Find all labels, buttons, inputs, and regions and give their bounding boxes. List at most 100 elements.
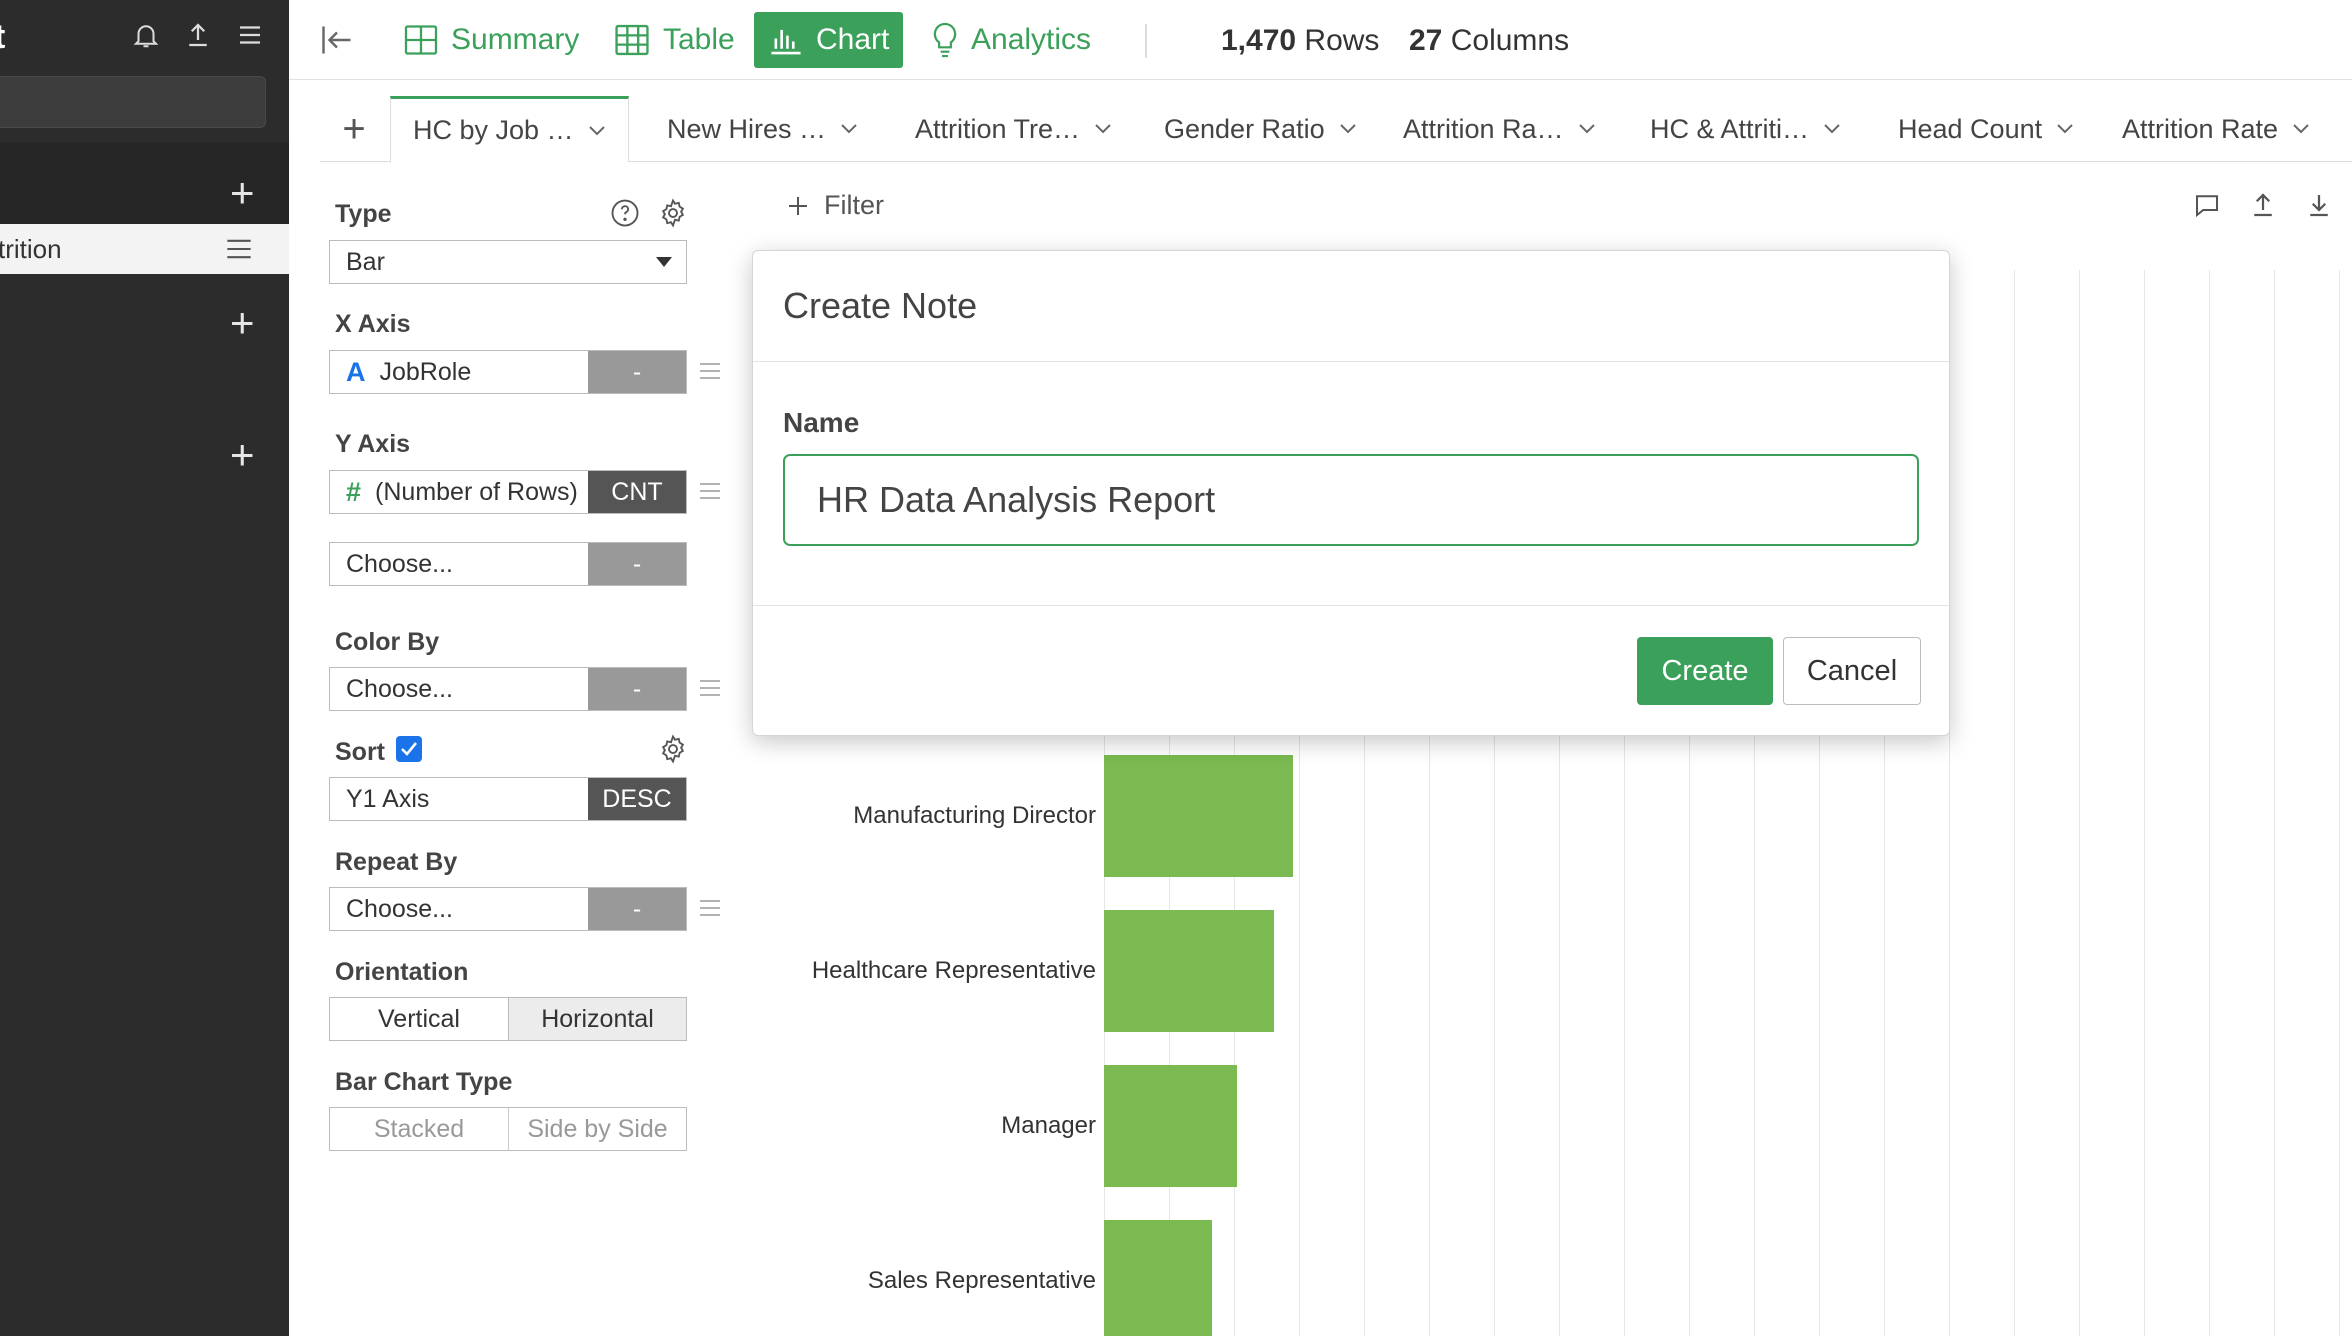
divider [753, 361, 1949, 362]
columns-count: 27 Columns [1409, 24, 1570, 57]
sort-order[interactable]: DESC [588, 778, 686, 820]
toolbar-divider [1145, 24, 1147, 58]
grid-line [2209, 270, 2210, 1336]
download-icon[interactable] [2304, 190, 2334, 220]
tab-analytics[interactable]: Analytics [917, 12, 1105, 68]
chart-bar[interactable] [1104, 755, 1293, 877]
chart-tab[interactable]: Attrition Ra… [1381, 96, 1618, 162]
cancel-button[interactable]: Cancel [1783, 637, 1921, 705]
share-icon[interactable] [2248, 190, 2278, 220]
chart-tab[interactable]: Attrition Rate [2100, 96, 2332, 162]
checkmark-icon [401, 742, 418, 756]
orientation-horizontal-button[interactable]: Horizontal [508, 998, 686, 1040]
tab-analytics-label: Analytics [971, 23, 1092, 56]
stacked-button[interactable]: Stacked [330, 1108, 508, 1150]
tab-summary[interactable]: Summary [389, 12, 593, 68]
sort-label: Sort [335, 738, 385, 766]
sort-field[interactable]: Y1 Axis DESC [329, 777, 687, 821]
tab-chart-label: Chart [816, 23, 890, 56]
chart-tab[interactable]: HC & Attriti… [1628, 96, 1863, 162]
chart-tab[interactable]: Attrition Tre… [893, 96, 1134, 162]
drag-handle-icon[interactable] [698, 360, 722, 382]
name-label: Name [783, 407, 860, 438]
grid-line [2274, 270, 2275, 1336]
sidebar-item-selected[interactable]: trition [0, 224, 289, 274]
create-button[interactable]: Create [1637, 637, 1773, 705]
add-icon[interactable]: + [230, 302, 255, 344]
gear-icon[interactable] [658, 198, 688, 228]
y-axis-2-aggregation[interactable]: - [588, 543, 686, 585]
comment-icon[interactable] [2192, 190, 2222, 220]
summary-icon [404, 25, 438, 55]
sidebar: t + trition + + [0, 0, 289, 1336]
color-by-label: Color By [335, 628, 440, 656]
collapse-sidebar-icon[interactable] [319, 22, 355, 58]
repeat-by-field[interactable]: Choose... - [329, 887, 687, 931]
x-axis-field[interactable]: A JobRole - [329, 350, 687, 394]
orientation-label: Orientation [335, 958, 469, 986]
bell-icon[interactable] [131, 20, 161, 50]
upload-icon[interactable] [183, 20, 213, 50]
sidebar-search-input[interactable] [0, 76, 266, 128]
tab-table[interactable]: Table [599, 12, 749, 68]
chevron-down-icon [1824, 124, 1840, 134]
drag-handle-icon[interactable] [698, 677, 722, 699]
category-label: Manager [1001, 1112, 1096, 1139]
grid-line [2339, 270, 2340, 1336]
y-axis-field[interactable]: # (Number of Rows) CNT [329, 470, 687, 514]
y-axis-aggregation[interactable]: CNT [588, 471, 686, 513]
y-axis-2-field[interactable]: Choose... - [329, 542, 687, 586]
chevron-down-icon [1095, 124, 1111, 134]
orientation-vertical-button[interactable]: Vertical [330, 998, 508, 1040]
drag-handle-icon[interactable] [698, 480, 722, 502]
chart-tabs: + HC by Job … New Hires … Attrition Tre…… [320, 96, 2352, 163]
tab-chart[interactable]: Chart [754, 12, 904, 68]
chart-icon [771, 29, 801, 55]
orientation-toggle: Vertical Horizontal [329, 997, 687, 1041]
chart-type-select[interactable]: Bar [329, 240, 687, 284]
add-icon[interactable]: + [230, 172, 255, 214]
drag-handle-icon[interactable] [698, 897, 722, 919]
chart-tab[interactable]: Head Count [1876, 96, 2096, 162]
side-by-side-button[interactable]: Side by Side [508, 1108, 686, 1150]
x-axis-aggregation[interactable]: - [588, 351, 686, 393]
table-icon [615, 24, 649, 56]
chevron-down-icon [2057, 124, 2073, 134]
category-label: Manufacturing Director [853, 802, 1096, 829]
chart-tab[interactable]: Gender Ratio [1142, 96, 1379, 162]
sidebar-title: t [0, 18, 5, 57]
sidebar-item-label: trition [0, 233, 62, 264]
chart-bar[interactable] [1104, 1220, 1212, 1336]
chart-bar[interactable] [1104, 910, 1275, 1032]
sort-checkbox[interactable] [396, 736, 422, 762]
top-toolbar: Summary Table Chart Analytics 1,470 Rows… [289, 0, 2352, 80]
color-by-field[interactable]: Choose... - [329, 667, 687, 711]
menu-icon[interactable] [225, 236, 253, 262]
add-icon[interactable]: + [230, 434, 255, 476]
gear-icon[interactable] [658, 734, 688, 764]
add-chart-tab-button[interactable]: + [320, 96, 388, 162]
repeat-by-aggregation[interactable]: - [588, 888, 686, 930]
chart-tab[interactable]: HC by Job … [390, 96, 629, 163]
category-label: Healthcare Representative [811, 957, 1096, 984]
note-name-input[interactable] [783, 454, 1919, 546]
number-type-icon: # [346, 476, 362, 507]
chart-tab[interactable]: New Hires … [645, 96, 880, 162]
create-note-dialog: Create Note Name Create Cancel [752, 250, 1950, 736]
add-filter-button[interactable]: Filter [786, 190, 884, 221]
dropdown-arrow-icon [656, 257, 672, 267]
chart-bar[interactable] [1104, 1065, 1237, 1187]
color-by-aggregation[interactable]: - [588, 668, 686, 710]
x-axis-label: X Axis [335, 310, 411, 338]
bar-chart-type-toggle: Stacked Side by Side [329, 1107, 687, 1151]
tab-table-label: Table [663, 23, 735, 56]
chevron-down-icon [2293, 124, 2309, 134]
menu-icon[interactable] [235, 20, 265, 50]
tab-summary-label: Summary [451, 23, 580, 56]
chart-actions [2192, 190, 2334, 220]
rows-count: 1,470 Rows [1221, 24, 1380, 57]
help-icon[interactable] [610, 198, 640, 228]
chevron-down-icon [1339, 124, 1356, 134]
sidebar-icons [131, 20, 265, 50]
bar-chart-type-label: Bar Chart Type [335, 1068, 513, 1096]
